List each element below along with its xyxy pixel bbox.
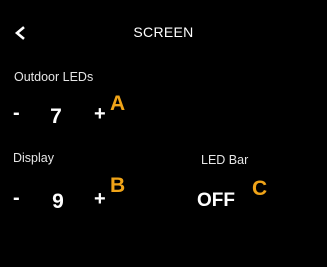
led-bar-toggle[interactable]: OFF — [197, 191, 235, 210]
screen-settings-panel: SCREEN Outdoor LEDs - 7 + A Display - 9 … — [0, 0, 327, 267]
display-label: Display — [13, 151, 54, 165]
display-value: 9 — [52, 190, 64, 213]
display-decrement-button[interactable]: - — [13, 188, 20, 208]
outdoor-leds-value: 7 — [50, 105, 62, 128]
outdoor-leds-decrement-button[interactable]: - — [13, 103, 20, 123]
callout-marker-b: B — [110, 174, 126, 197]
page-title: SCREEN — [133, 24, 194, 40]
led-bar-label: LED Bar — [201, 153, 249, 167]
outdoor-leds-increment-button[interactable]: + — [94, 104, 106, 124]
outdoor-leds-label: Outdoor LEDs — [14, 70, 94, 84]
display-increment-button[interactable]: + — [94, 189, 106, 209]
callout-marker-a: A — [110, 92, 126, 115]
callout-marker-c: C — [252, 177, 268, 200]
